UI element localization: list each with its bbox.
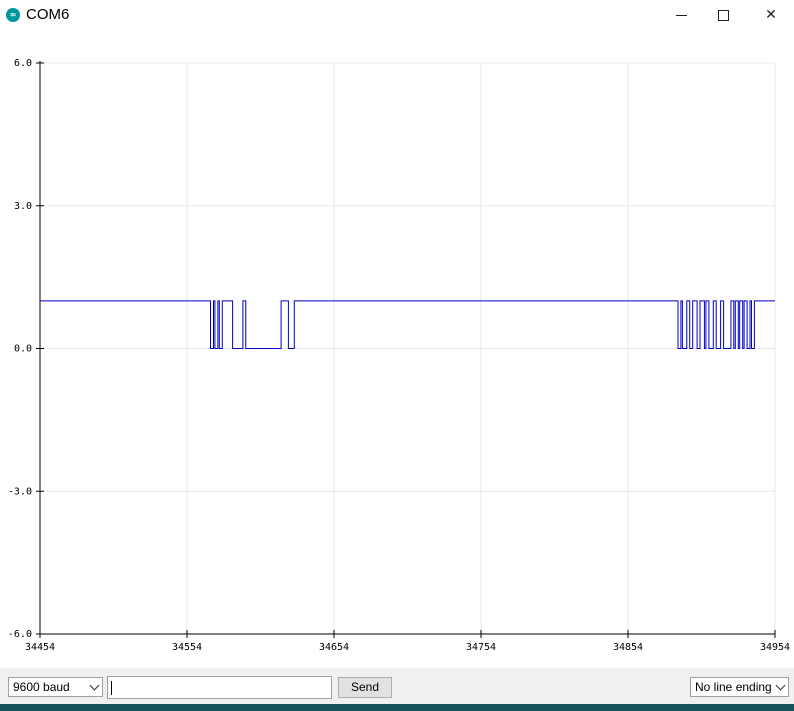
series-line xyxy=(40,300,775,349)
x-tick-label: 34854 xyxy=(613,642,643,653)
x-tick-label: 34954 xyxy=(760,642,790,653)
baud-rate-value: 9600 baud xyxy=(13,680,70,694)
baud-rate-select[interactable]: 9600 baud xyxy=(8,677,103,697)
chart-series xyxy=(40,300,775,349)
maximize-icon xyxy=(717,9,729,21)
x-axis-ticks: 34454 34554 34654 34754 34854 34954 xyxy=(25,630,790,653)
y-axis-ticks: 6.0 3.0 0.0 -3.0 -6.0 xyxy=(8,58,44,640)
title-bar: ∞ COM6 ✕ xyxy=(0,0,794,30)
taskbar-strip xyxy=(0,704,794,711)
chevron-down-icon xyxy=(89,680,100,691)
serial-plotter-chart: 6.03.00.0-3.0-6.0 34454 34554 34654 34754 34… xyxy=(8,58,790,653)
y-tick-label: 3.0 xyxy=(14,201,32,212)
line-ending-value: No line ending xyxy=(695,680,772,694)
x-tick-label: 34454 xyxy=(25,642,55,653)
x-tick-label: 34754 xyxy=(466,642,496,653)
close-button[interactable]: ✕ xyxy=(748,0,794,30)
y-tick-label: 0.0 xyxy=(14,344,32,355)
line-ending-select[interactable]: No line ending xyxy=(690,677,789,697)
close-icon: ✕ xyxy=(765,7,777,23)
minimize-button[interactable] xyxy=(658,0,704,30)
x-tick-label: 34554 xyxy=(172,642,202,653)
y-tick-label: -6.0 xyxy=(8,629,32,640)
send-button[interactable]: Send xyxy=(338,677,392,698)
text-caret xyxy=(111,681,112,695)
chevron-down-icon xyxy=(775,680,786,691)
arduino-icon: ∞ xyxy=(6,8,20,22)
minimize-icon xyxy=(675,14,687,16)
serial-input-field[interactable] xyxy=(107,676,332,699)
maximize-button[interactable] xyxy=(700,0,746,30)
y-tick-label: 6.0 xyxy=(14,58,32,69)
plotter-control-bar: 9600 baud Send No line ending xyxy=(0,668,794,704)
window-title: COM6 xyxy=(26,6,70,23)
chart-axes xyxy=(39,61,775,635)
x-tick-label: 34654 xyxy=(319,642,349,653)
y-tick-label: -3.0 xyxy=(8,486,32,497)
chart-grid xyxy=(39,62,776,635)
